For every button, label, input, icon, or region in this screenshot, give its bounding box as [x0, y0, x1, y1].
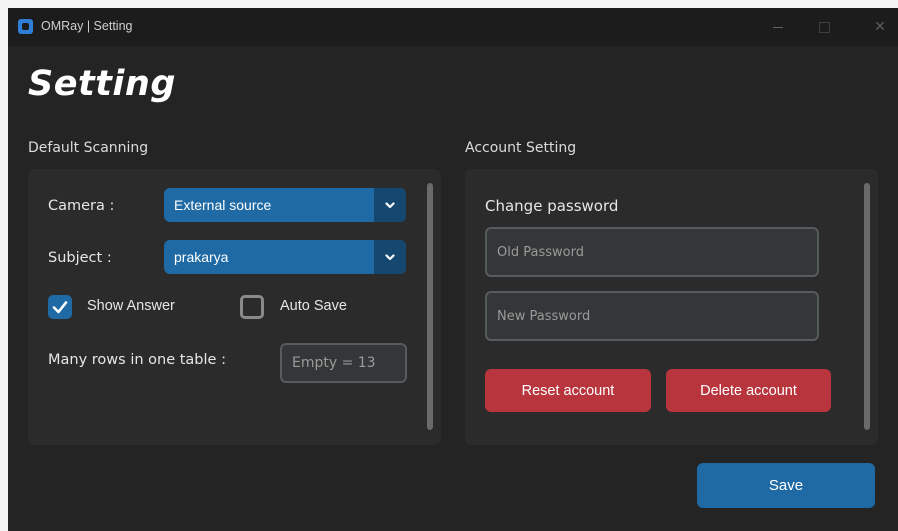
new-password-input[interactable] — [485, 291, 819, 341]
maximize-button[interactable] — [804, 8, 844, 46]
close-button[interactable]: ✕ — [860, 8, 898, 46]
minimize-icon — [773, 26, 783, 28]
app-icon — [18, 19, 33, 34]
show-answer-checkbox[interactable] — [48, 295, 72, 319]
camera-select[interactable]: External source — [164, 188, 406, 222]
subject-select[interactable]: prakarya — [164, 240, 406, 274]
old-password-input[interactable] — [485, 227, 819, 277]
subject-select-value: prakarya — [174, 249, 229, 265]
rows-per-table-input[interactable] — [280, 343, 407, 383]
default-scanning-label: Default Scanning — [28, 140, 149, 156]
default-scanning-scrollbar[interactable] — [427, 183, 433, 430]
reset-account-button[interactable]: Reset account — [485, 369, 651, 412]
maximize-icon — [818, 21, 830, 33]
chevron-down-icon — [385, 253, 395, 260]
save-button[interactable]: Save — [697, 463, 875, 508]
account-setting-scrollbar[interactable] — [864, 183, 870, 430]
camera-dropdown-button[interactable] — [374, 188, 406, 222]
camera-select-value: External source — [174, 197, 272, 213]
title-bar[interactable]: OMRay | Setting ✕ — [8, 8, 898, 46]
camera-label: Camera : — [48, 198, 115, 214]
change-password-label: Change password — [485, 197, 619, 215]
minimize-button[interactable] — [758, 8, 798, 46]
show-answer-label[interactable]: Show Answer — [87, 298, 175, 314]
page-title: Setting — [28, 64, 176, 104]
account-setting-label: Account Setting — [465, 140, 577, 156]
rows-per-table-label: Many rows in one table : — [48, 352, 226, 368]
delete-account-button[interactable]: Delete account — [666, 369, 831, 412]
checkmark-icon — [52, 301, 68, 314]
window-title: OMRay | Setting — [41, 19, 133, 33]
subject-dropdown-button[interactable] — [374, 240, 406, 274]
auto-save-checkbox[interactable] — [240, 295, 264, 319]
auto-save-label[interactable]: Auto Save — [280, 298, 347, 314]
chevron-down-icon — [385, 201, 395, 208]
close-icon: ✕ — [874, 19, 886, 35]
subject-label: Subject : — [48, 250, 112, 266]
